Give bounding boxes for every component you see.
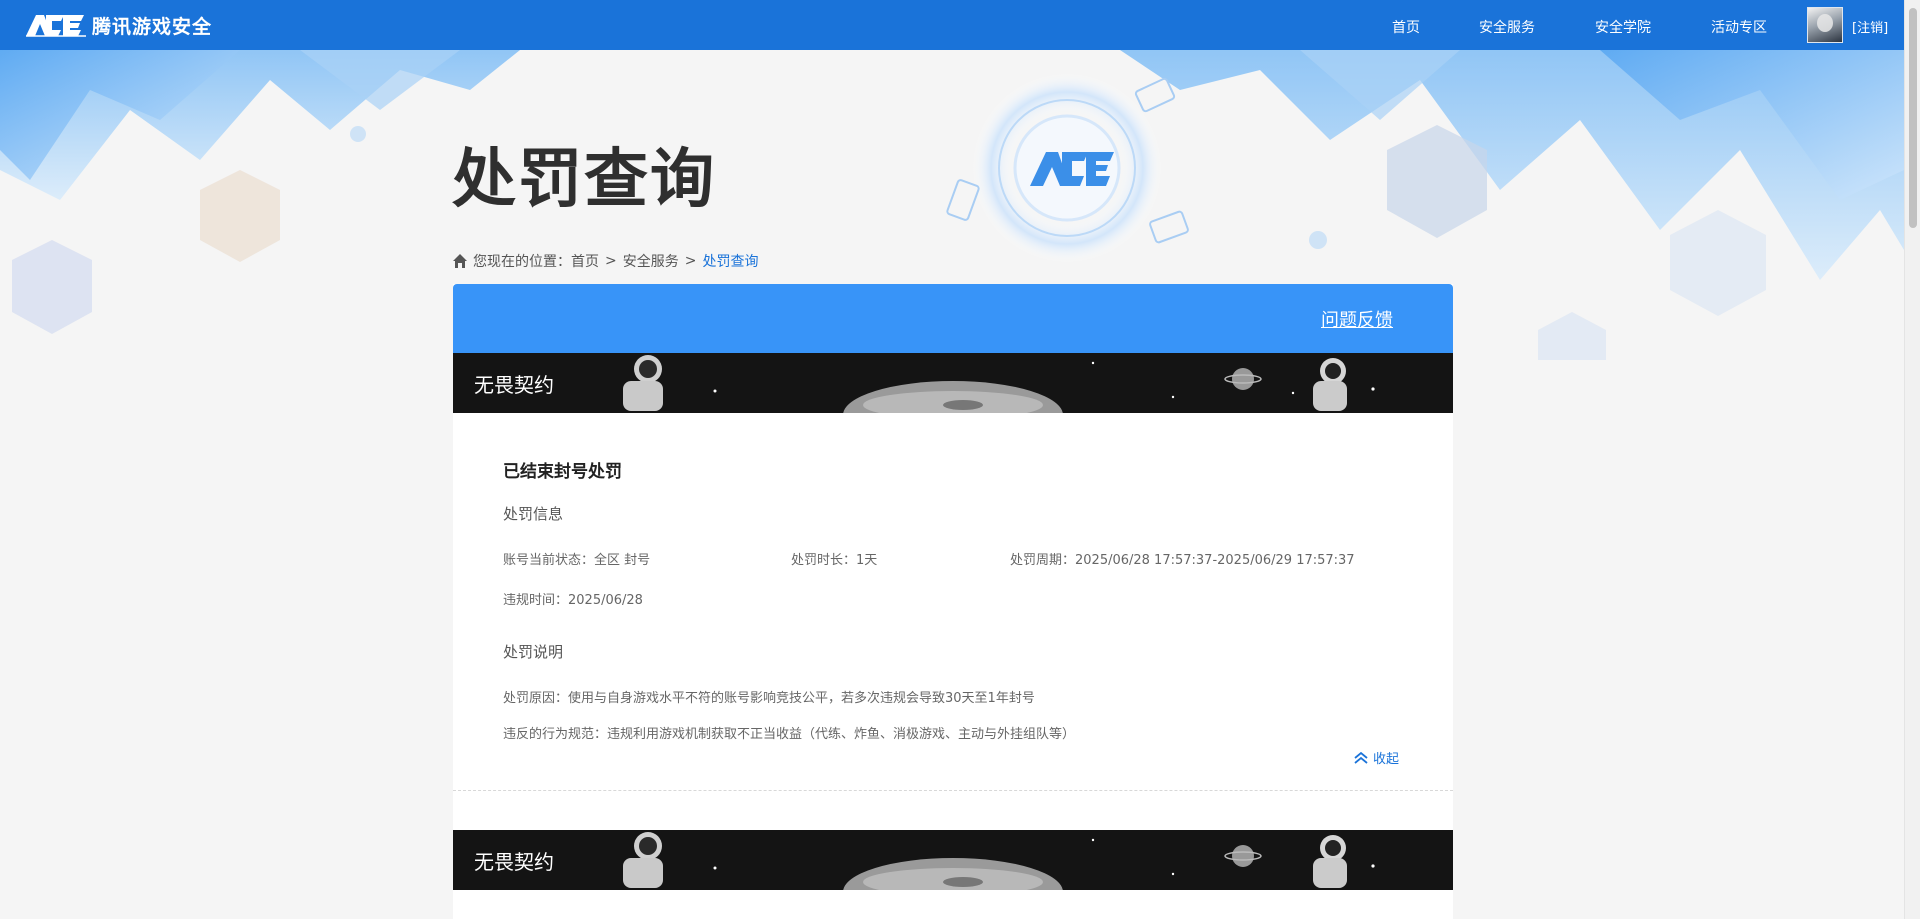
game-name: 无畏契约	[474, 373, 554, 397]
breadcrumb-current: 处罚查询	[702, 254, 759, 270]
ace-logo-icon	[26, 15, 86, 37]
penalty-explain-heading: 处罚说明	[503, 643, 564, 661]
nav-security-service[interactable]: 安全服务	[1479, 17, 1535, 37]
breadcrumb-separator: >	[605, 253, 617, 269]
page-scrollbar[interactable]	[1904, 0, 1920, 919]
home-icon	[453, 254, 467, 268]
nav-home[interactable]: 首页	[1392, 17, 1420, 37]
game-header-strip: 无畏契约	[453, 353, 1453, 413]
chevron-up-double-icon	[1354, 751, 1368, 764]
breadcrumb-prefix: 您现在的位置：	[473, 254, 571, 270]
game-header-strip: 无畏契约	[453, 830, 1453, 890]
collapse-label: 收起	[1373, 752, 1400, 767]
penalty-period: 处罚周期：2025/06/28 17:57:37-2025/06/29 17:5…	[1010, 553, 1355, 568]
space-decoration	[453, 830, 1453, 890]
space-decoration	[453, 353, 1453, 413]
record-divider	[453, 790, 1453, 791]
violation-time: 违规时间：2025/06/28	[503, 593, 643, 608]
breadcrumb: 您现在的位置： 首页 > 安全服务 > 处罚查询	[452, 251, 758, 271]
account-status: 账号当前状态：全区 封号	[503, 553, 651, 568]
violated-rule: 违反的行为规范：违规利用游戏机制获取不正当收益（代练、炸鱼、消极游戏、主动与外挂…	[503, 727, 1076, 742]
page-title: 处罚查询	[452, 143, 716, 217]
penalty-status-title: 已结束封号处罚	[503, 462, 622, 482]
feedback-link[interactable]: 问题反馈	[1321, 306, 1393, 332]
logout-link[interactable]: [注销]	[1852, 17, 1888, 36]
nav-security-academy[interactable]: 安全学院	[1595, 17, 1651, 37]
top-navigation-bar: 腾讯游戏安全 首页 安全服务 安全学院 活动专区 [注销]	[0, 0, 1904, 50]
penalty-info-heading: 处罚信息	[503, 505, 564, 523]
breadcrumb-security-service[interactable]: 安全服务	[623, 251, 679, 271]
breadcrumb-home[interactable]: 首页	[571, 251, 599, 271]
brand-name: 腾讯游戏安全	[92, 15, 213, 38]
breadcrumb-separator: >	[684, 253, 697, 269]
brand-logo[interactable]: 腾讯游戏安全	[24, 9, 212, 41]
collapse-button[interactable]: 收起	[1353, 748, 1399, 767]
penalty-reason: 处罚原因：使用与自身游戏水平不符的账号影响竞技公平，若多次违规会导致30天至1年…	[503, 691, 1035, 706]
penalty-duration: 处罚时长：1天	[791, 553, 878, 568]
user-avatar[interactable]	[1807, 7, 1843, 43]
game-name: 无畏契约	[474, 850, 554, 874]
panel-header: 问题反馈	[453, 284, 1453, 353]
nav-events[interactable]: 活动专区	[1711, 17, 1767, 37]
penalty-panel: 问题反馈 无畏契约 已结束封号处罚 处罚信息 账号当前状态：全区 封号 处罚时长…	[453, 284, 1453, 919]
scrollbar-thumb[interactable]	[1909, 8, 1917, 228]
